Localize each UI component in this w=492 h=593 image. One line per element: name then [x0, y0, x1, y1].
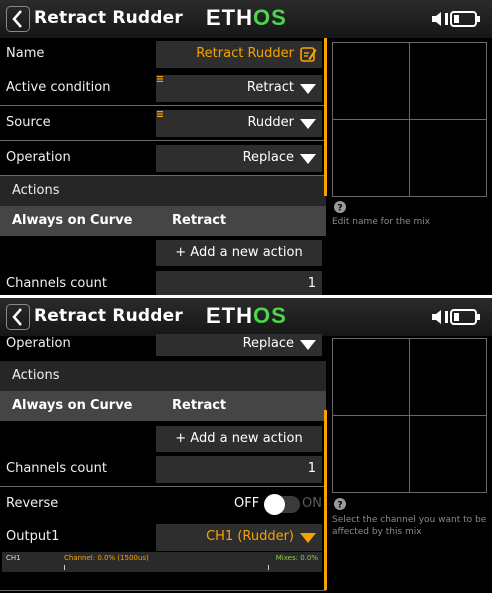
operation-dropdown[interactable]: Replace	[156, 145, 322, 172]
curve-graph	[332, 338, 487, 493]
monitor-channel-value: Channel: 0.0% (1500us)	[64, 554, 149, 562]
reverse-label: Reverse	[6, 496, 59, 511]
channels-count-label: Channels count	[6, 276, 107, 291]
channels-count-value: 1	[307, 461, 316, 476]
back-arrow-icon[interactable]	[6, 6, 30, 32]
monitor-tick	[64, 565, 65, 570]
name-label: Name	[6, 46, 45, 61]
graph-v-axis	[409, 339, 410, 492]
operation-dropdown[interactable]: Replace	[156, 334, 322, 356]
active-condition-label: Active condition	[6, 80, 111, 95]
channels-count-label: Channels count	[6, 461, 107, 476]
output-row: Output1 CH1 (Rudder)	[0, 521, 326, 555]
logo-text-white: ETH	[206, 5, 253, 30]
name-field[interactable]: Retract Rudder	[156, 41, 322, 68]
operation-value: Replace	[242, 336, 294, 351]
action-name: Retract	[172, 398, 227, 413]
row-divider	[0, 140, 326, 141]
source-row: Source Rudder	[0, 107, 326, 141]
row-divider	[0, 590, 326, 591]
add-action-button[interactable]: + Add a new action	[156, 240, 322, 266]
dropdown-arrow-icon	[300, 340, 316, 350]
row-divider	[0, 105, 326, 106]
options-lines-icon	[157, 76, 163, 82]
add-action-button[interactable]: + Add a new action	[156, 426, 322, 452]
name-row: Name Retract Rudder	[0, 38, 326, 72]
active-condition-row: Active condition Retract	[0, 72, 326, 106]
monitor-mixes: Mixes: 0.0%	[275, 554, 318, 562]
action-trigger: Always on	[12, 213, 86, 228]
channels-count-row: Channels count 1	[0, 453, 326, 487]
options-lines-icon	[157, 111, 163, 117]
operation-row: Operation Replace	[0, 326, 326, 356]
active-condition-value: Retract	[246, 80, 294, 95]
scrollbar[interactable]	[324, 38, 327, 196]
channels-count-field[interactable]: 1	[156, 271, 322, 295]
toggle-knob	[264, 494, 285, 515]
help-icon: ?	[334, 498, 346, 510]
row-divider	[0, 486, 326, 487]
toggle-off-label: OFF	[234, 496, 260, 511]
action-row[interactable]: Always on Curve Retract	[0, 206, 326, 236]
action-trigger: Always on	[12, 398, 86, 413]
reverse-row: Reverse OFF ON	[0, 488, 326, 522]
action-name: Retract	[172, 213, 227, 228]
actions-section-header: Actions	[0, 361, 326, 391]
action-type: Curve	[90, 213, 133, 228]
active-condition-dropdown[interactable]: Retract	[156, 75, 322, 102]
channel-monitor: CH1 Channel: 0.0% (1500us) Mixes: 0.0%	[2, 552, 322, 572]
operation-row: Operation Replace	[0, 142, 326, 176]
help-text: Select the channel you want to be affect…	[332, 514, 492, 538]
actions-section-header: Actions	[0, 176, 326, 206]
page-title: Retract Rudder	[34, 306, 183, 326]
operation-label: Operation	[6, 150, 71, 165]
source-label: Source	[6, 115, 51, 130]
dropdown-arrow-icon	[300, 119, 316, 129]
action-row[interactable]: Always on Curve Retract	[0, 391, 326, 421]
svg-text:?: ?	[337, 501, 342, 511]
page-title: Retract Rudder	[34, 8, 183, 28]
reverse-toggle[interactable]: OFF ON	[232, 494, 324, 516]
channels-count-row: Channels count 1	[0, 268, 326, 295]
help-text: Edit name for the mix	[332, 217, 431, 227]
volume-battery-icon	[432, 309, 480, 325]
logo-text-white: ETH	[206, 303, 253, 328]
edit-icon	[300, 47, 317, 62]
help-text-line2: affected by this mix	[332, 527, 422, 537]
graph-v-axis	[409, 43, 410, 196]
dropdown-arrow-icon	[300, 154, 316, 164]
output-label: Output1	[6, 529, 60, 544]
operation-label: Operation	[6, 336, 71, 351]
help-icon: ?	[334, 201, 346, 213]
channels-count-field[interactable]: 1	[156, 456, 322, 483]
source-dropdown[interactable]: Rudder	[156, 110, 322, 137]
ethos-logo: ETHOS	[206, 5, 287, 31]
help-text-line1: Select the channel you want to be	[332, 515, 487, 525]
curve-graph	[332, 42, 487, 197]
name-value: Retract Rudder	[196, 46, 294, 61]
output-value: CH1 (Rudder)	[206, 529, 294, 544]
action-type: Curve	[90, 398, 133, 413]
scrollbar[interactable]	[324, 410, 327, 590]
source-value: Rudder	[247, 115, 294, 130]
operation-value: Replace	[242, 150, 294, 165]
actions-label: Actions	[12, 368, 60, 383]
actions-label: Actions	[12, 183, 60, 198]
volume-battery-icon	[432, 11, 480, 27]
mix-edit-screen-top: Retract Rudder ETHOS Name Retract Rudder…	[0, 0, 492, 295]
logo-text-green: OS	[253, 5, 287, 30]
mix-edit-screen-bottom: Retract Rudder ETHOS Operation Replace A…	[0, 298, 492, 593]
output-dropdown[interactable]: CH1 (Rudder)	[156, 524, 322, 551]
monitor-channel: CH1	[6, 554, 21, 562]
toggle-on-label: ON	[302, 496, 322, 511]
channels-count-value: 1	[307, 276, 316, 291]
dropdown-arrow-icon	[300, 84, 316, 94]
logo-text-green: OS	[253, 303, 287, 328]
dropdown-arrow-icon	[300, 533, 316, 543]
monitor-tick	[268, 565, 269, 570]
svg-text:?: ?	[337, 204, 342, 214]
header-bar: Retract Rudder ETHOS	[0, 0, 492, 38]
